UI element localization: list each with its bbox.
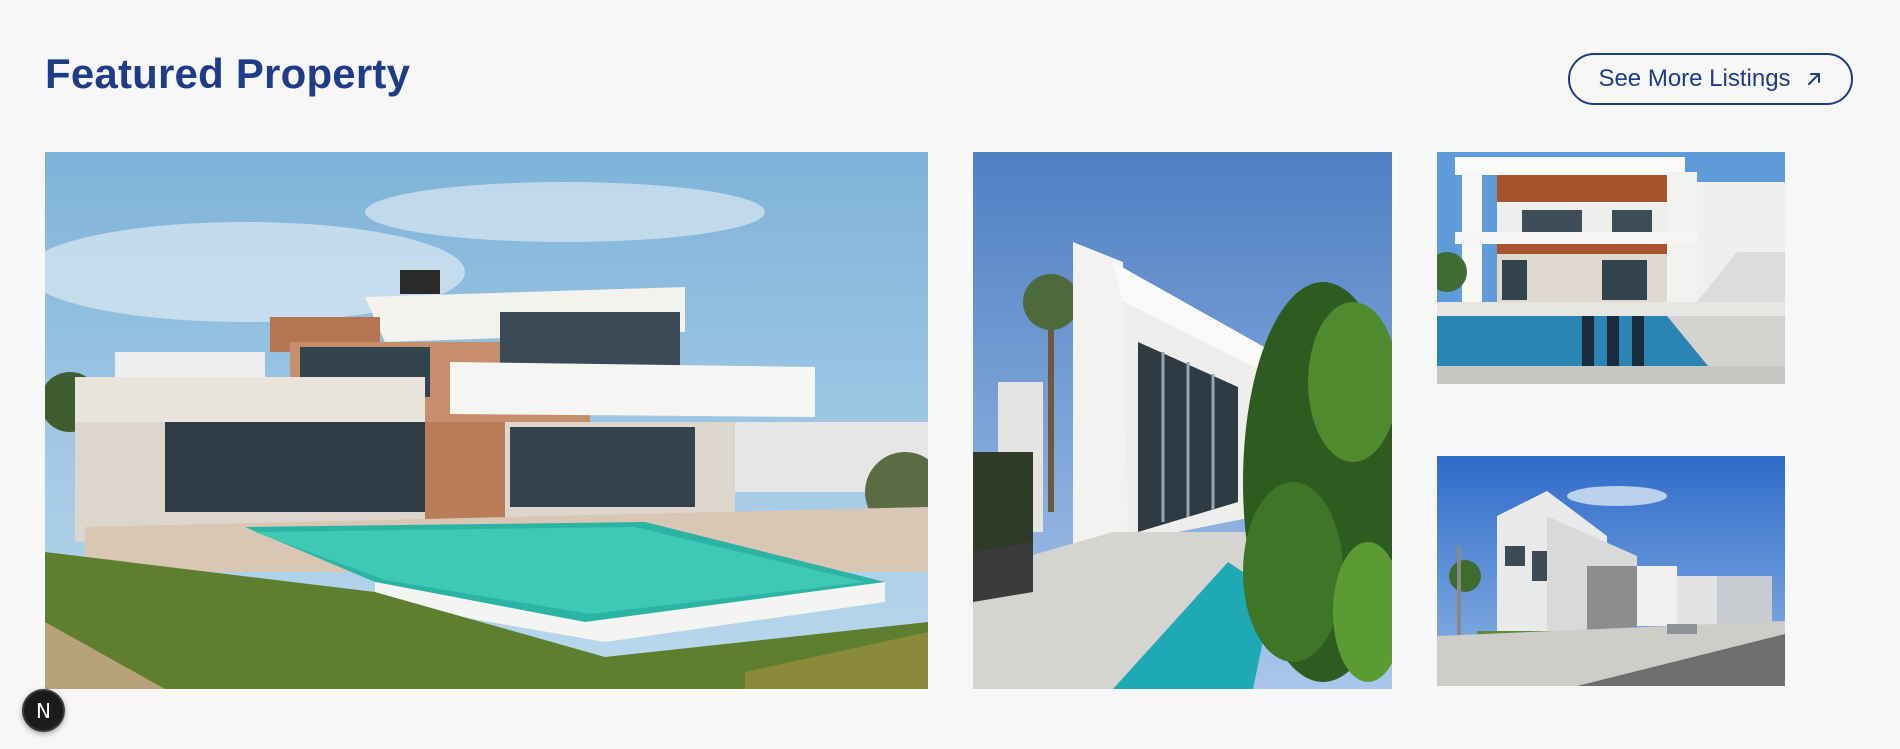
thumbnail-property-image-2[interactable]	[1437, 456, 1785, 686]
see-more-listings-label: See More Listings	[1598, 65, 1791, 92]
dev-indicator-badge[interactable]: N	[22, 689, 65, 732]
see-more-listings-button[interactable]: See More Listings	[1568, 53, 1853, 105]
thumbnail-property-image-1[interactable]	[1437, 152, 1785, 384]
dev-indicator-label: N	[36, 698, 51, 723]
secondary-property-image[interactable]	[973, 152, 1392, 689]
section-title: Featured Property	[45, 50, 411, 97]
arrow-up-right-icon	[1807, 73, 1820, 85]
main-property-image[interactable]	[45, 152, 928, 689]
